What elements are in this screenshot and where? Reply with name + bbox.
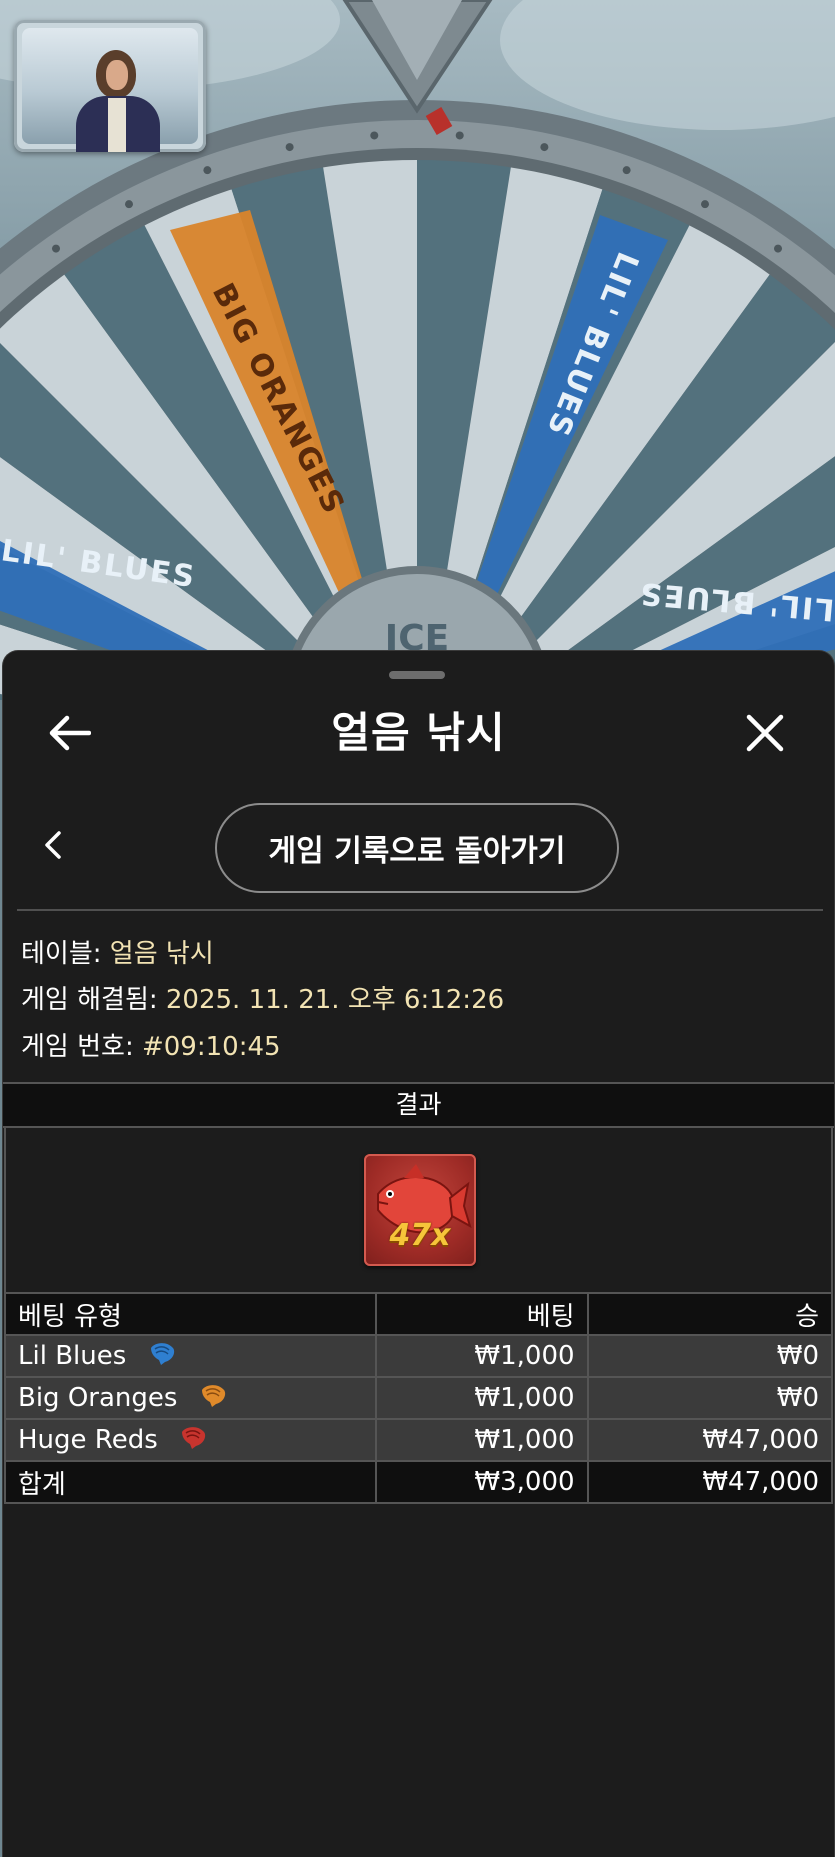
info-resolved-label: 게임 해결됨: (21, 985, 158, 1015)
info-resolved: 게임 해결됨: 2025. 11. 21. 오후 6:12:26 (21, 979, 504, 1016)
results-section: 결과 47x 베팅 유형 베팅 승 Lil Blues ₩1,000 ₩0 Bi… (3, 1082, 834, 1504)
column-header-win: 승 (586, 1292, 834, 1336)
divider (17, 909, 823, 911)
blue-shrimp-icon (147, 1340, 177, 1373)
column-header-bet: 베팅 (374, 1292, 589, 1336)
back-arrow-icon[interactable] (37, 701, 101, 765)
table-row: Big Oranges ₩1,000 ₩0 (4, 1376, 834, 1420)
win-amount-cell: ₩0 (586, 1334, 834, 1378)
info-table-label: 테이블: (21, 939, 102, 969)
table-row: Huge Reds ₩1,000 ₩47,000 (4, 1418, 834, 1462)
info-game-number-value: #09:10:45 (141, 1032, 281, 1062)
result-multiplier: 47x (389, 1218, 451, 1253)
dealer-video (14, 20, 206, 152)
win-amount-cell: ₩47,000 (586, 1418, 834, 1462)
info-table: 테이블: 얼음 낚시 (21, 933, 214, 970)
total-bet: ₩3,000 (374, 1460, 589, 1504)
info-table-value: 얼음 낚시 (109, 939, 214, 969)
total-label: 합계 (4, 1460, 377, 1504)
red-shrimp-icon (178, 1424, 208, 1457)
back-to-history-button[interactable]: 게임 기록으로 돌아가기 (215, 803, 619, 893)
sheet-title: 얼음 낚시 (331, 708, 506, 757)
table-header-row: 베팅 유형 베팅 승 (4, 1292, 834, 1336)
bet-type-label: Big Oranges (18, 1382, 178, 1413)
bet-amount-cell: ₩1,000 (374, 1418, 589, 1462)
results-header: 결과 (3, 1082, 834, 1128)
table-row: Lil Blues ₩1,000 ₩0 (4, 1334, 834, 1378)
bet-amount-cell: ₩1,000 (374, 1376, 589, 1420)
bet-type-label: Lil Blues (18, 1340, 127, 1371)
column-header-type: 베팅 유형 (4, 1292, 377, 1336)
bet-type-label: Huge Reds (18, 1424, 158, 1455)
history-sheet: 얼음 낚시 게임 기록으로 돌아가기 테이블: 얼음 낚시 게임 해결됨: 20… (2, 650, 835, 1857)
info-game-number-label: 게임 번호: (21, 1032, 134, 1062)
chevron-left-icon[interactable] (31, 823, 75, 867)
game-background: BIG ORANGES LIL' BLUES LIL' BLUES LIL' B… (0, 0, 835, 700)
bet-type-cell: Huge Reds (4, 1418, 377, 1462)
result-display: 47x (4, 1128, 833, 1292)
huge-red-fish-icon: 47x (364, 1154, 476, 1266)
orange-shrimp-icon (198, 1382, 228, 1415)
bet-type-cell: Big Oranges (4, 1376, 377, 1420)
win-amount-cell: ₩0 (586, 1376, 834, 1420)
info-resolved-value: 2025. 11. 21. 오후 6:12:26 (165, 985, 505, 1015)
bet-amount-cell: ₩1,000 (374, 1334, 589, 1378)
total-win: ₩47,000 (586, 1460, 834, 1504)
drag-handle[interactable] (389, 671, 445, 679)
total-row: 합계 ₩3,000 ₩47,000 (4, 1460, 834, 1504)
close-icon[interactable] (733, 701, 797, 765)
bet-type-cell: Lil Blues (4, 1334, 377, 1378)
info-game-number: 게임 번호: #09:10:45 (21, 1026, 281, 1063)
bets-table: 베팅 유형 베팅 승 Lil Blues ₩1,000 ₩0 Big Orang… (4, 1292, 834, 1504)
